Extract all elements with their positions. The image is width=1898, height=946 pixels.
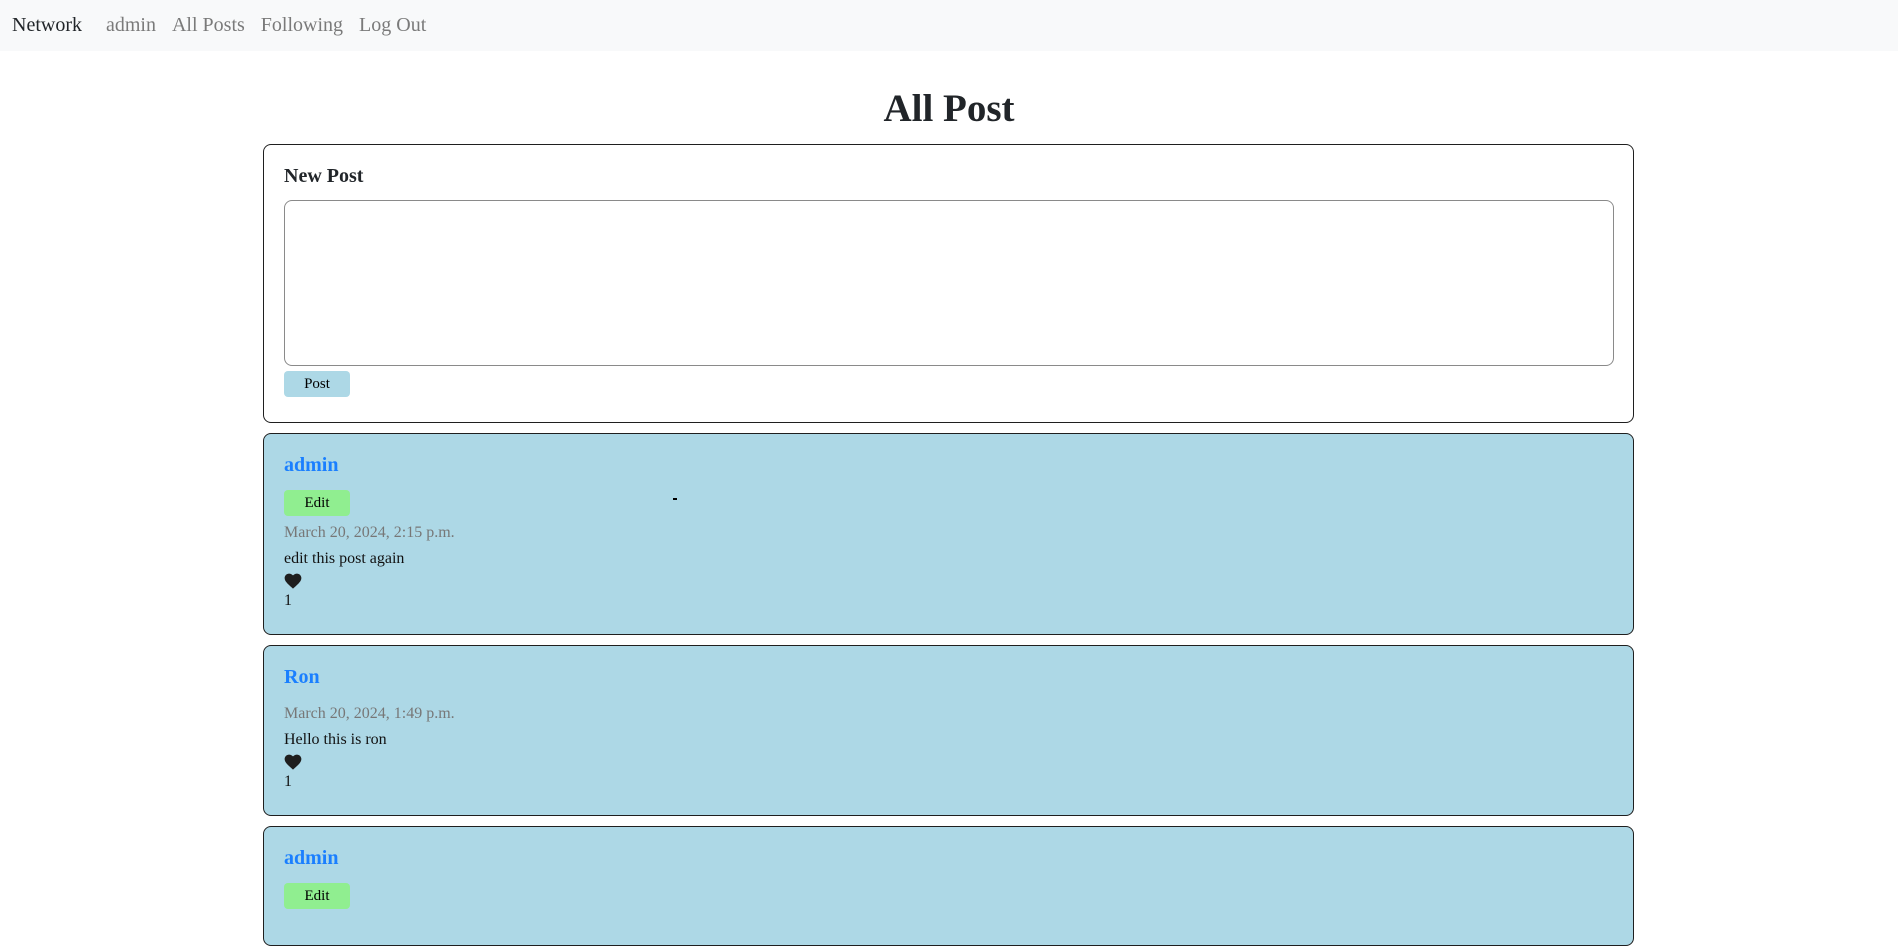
nav-link-all-posts[interactable]: All Posts: [172, 14, 245, 37]
page-title: All Post: [883, 87, 1015, 130]
like-count: 1: [284, 773, 292, 790]
post-author-link[interactable]: Ron: [284, 666, 320, 689]
nav-link-following[interactable]: Following: [261, 14, 343, 37]
nav-link-profile[interactable]: admin: [106, 14, 156, 37]
like-count: 1: [284, 592, 292, 609]
post-content: Hello this is ron: [284, 731, 387, 748]
brand-link[interactable]: Network: [12, 14, 82, 37]
navbar: Network admin All Posts Following Log Ou…: [0, 0, 1898, 51]
new-post-title: New Post: [284, 165, 364, 187]
edit-button[interactable]: Edit: [284, 490, 350, 516]
post-author-link[interactable]: admin: [284, 847, 338, 870]
heart-icon[interactable]: [284, 754, 302, 770]
post-button[interactable]: Post: [284, 371, 350, 397]
text-cursor-mark: [673, 498, 677, 500]
new-post-textarea[interactable]: [284, 200, 1614, 366]
post-timestamp: March 20, 2024, 1:49 p.m.: [284, 705, 455, 722]
new-post-card: New Post Post: [263, 144, 1634, 423]
nav-link-logout[interactable]: Log Out: [359, 14, 426, 37]
post-card: admin Edit March 20, 2024, 2:15 p.m. edi…: [263, 433, 1634, 635]
post-author-link[interactable]: admin: [284, 454, 338, 477]
post-card: Ron March 20, 2024, 1:49 p.m. Hello this…: [263, 645, 1634, 816]
edit-button[interactable]: Edit: [284, 883, 350, 909]
post-card: admin Edit: [263, 826, 1634, 946]
heart-icon[interactable]: [284, 573, 302, 589]
post-content: edit this post again: [284, 550, 405, 567]
post-timestamp: March 20, 2024, 2:15 p.m.: [284, 524, 455, 541]
